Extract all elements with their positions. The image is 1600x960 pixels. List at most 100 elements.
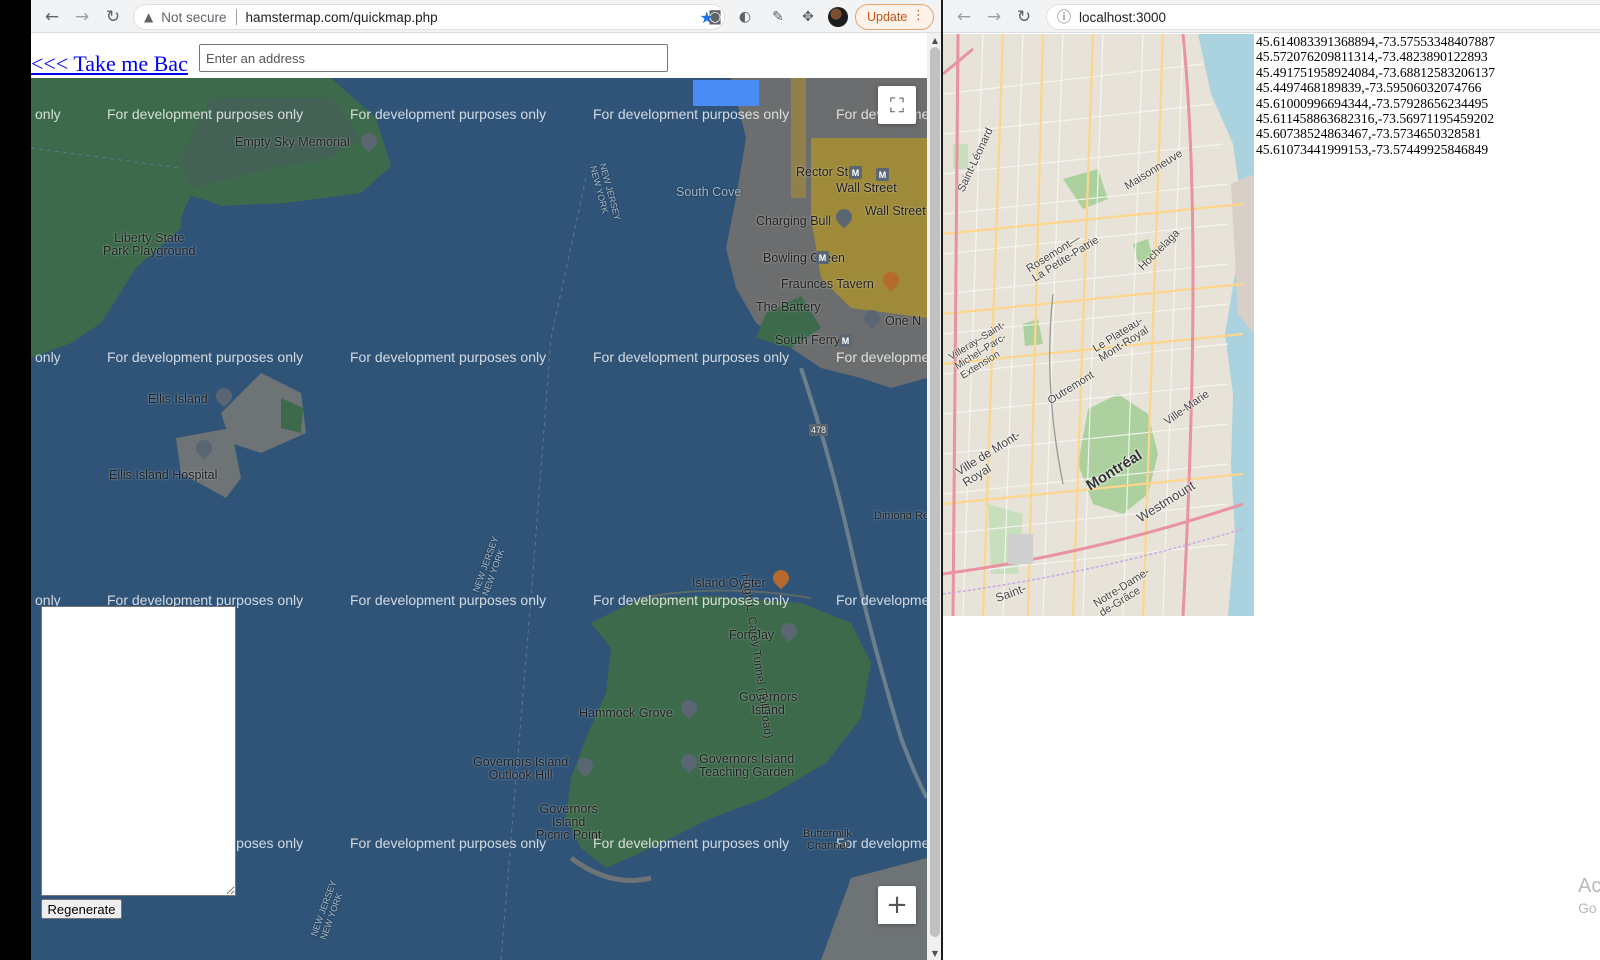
dev-watermark: only — [35, 349, 61, 365]
bar-pin-icon[interactable] — [773, 570, 789, 590]
plus-icon: + — [886, 890, 908, 920]
poi-pin-icon[interactable] — [864, 310, 880, 330]
map-label-the-battery[interactable]: The Battery — [756, 300, 821, 314]
map-overlay-rectangle[interactable] — [693, 80, 759, 106]
map-label-liberty-state-park[interactable]: Liberty State Park Playground — [103, 232, 195, 258]
dev-watermark: For development purposes only — [350, 835, 547, 851]
warning-icon[interactable]: ▲ — [144, 10, 153, 24]
map-label-one-new[interactable]: One N — [885, 314, 921, 328]
subway-icon[interactable]: M — [849, 166, 862, 179]
coordinate-line: 45.572076209811314,-73.4823890122893 — [1256, 49, 1488, 65]
dev-watermark: For development purposes only — [593, 106, 790, 122]
subway-icon[interactable]: M — [876, 168, 889, 181]
map-label-governors-island-outlook[interactable]: Governors Island Outlook Hill — [473, 756, 568, 782]
poi-pin-icon[interactable] — [681, 700, 697, 720]
map-label-dimond-reef[interactable]: Dimond Ref — [874, 510, 927, 522]
right-browser-window: ← → ↻ ⓘ localhost:3000 Montréal Westmoun… — [943, 0, 1600, 960]
map-label-bowling-green[interactable]: Bowling Green — [763, 251, 845, 265]
extensions-puzzle-icon[interactable]: ✥ — [798, 7, 818, 27]
dev-watermark: For development purposes only — [593, 835, 790, 851]
fullscreen-button[interactable]: ⛶ — [878, 86, 916, 124]
dev-watermark: only — [35, 106, 61, 122]
activate-windows-watermark: Ac Go — [1578, 875, 1600, 919]
address-bar[interactable]: ⓘ localhost:3000 — [1046, 4, 1600, 30]
dark-mode-icon[interactable]: ◐ — [735, 7, 755, 27]
reload-icon[interactable]: ↻ — [1012, 5, 1036, 29]
dev-watermark: For development purposes only — [593, 592, 790, 608]
page-content: <<< Take me Bac Enter an address only Fo… — [31, 33, 927, 960]
url-text[interactable]: hamstermap.com/quickmap.php — [246, 10, 438, 25]
subway-icon[interactable]: M — [839, 334, 852, 347]
poi-pin-icon[interactable] — [361, 133, 377, 153]
left-browser-window: ← → ↻ ▲ Not secure hamstermap.com/quickm… — [31, 0, 960, 960]
back-arrow-icon[interactable]: ← — [952, 5, 976, 29]
map-label-empty-sky[interactable]: Empty Sky Memorial — [235, 135, 350, 149]
forward-arrow-icon[interactable]: → — [70, 5, 94, 29]
coordinate-line: 45.61000996694344,-73.57928656234495 — [1256, 95, 1489, 111]
activate-watermark-title: Ac — [1578, 875, 1600, 897]
restaurant-pin-icon[interactable] — [883, 272, 899, 292]
coordinate-line: 45.491751958924084,-73.68812583206137 — [1256, 64, 1496, 80]
map-label-ellis-island-hospital[interactable]: Ellis Island Hospital — [109, 468, 217, 482]
route-shield: 478 — [809, 424, 829, 436]
regenerate-button[interactable]: Regenerate — [41, 899, 122, 919]
take-me-back-link[interactable]: <<< Take me Bac — [31, 51, 188, 77]
google-map[interactable]: only For development purposes only For d… — [31, 78, 927, 960]
coordinate-line: 45.4497468189839,-73.59506032074766 — [1256, 80, 1482, 96]
update-button[interactable]: Update ⋮ — [855, 4, 934, 30]
map-label-wall-street[interactable]: Wall Street — [836, 181, 897, 195]
map-label-rector-st[interactable]: Rector St — [796, 165, 848, 179]
poi-pin-icon[interactable] — [781, 623, 797, 643]
dev-watermark: For development purposes only — [350, 592, 547, 608]
map-label-ellis-island[interactable]: Ellis Island — [148, 392, 208, 406]
profile-avatar[interactable] — [828, 7, 848, 27]
map-label-governors-island-picnic[interactable]: Governors Island Picnic Point — [536, 803, 601, 842]
map-label-hammock-grove[interactable]: Hammock Grove — [579, 706, 673, 720]
map-label-governors-island-teaching[interactable]: Governors Island Teaching Garden — [699, 753, 794, 779]
map-label-island-oyster[interactable]: Island Oyster — [692, 576, 766, 590]
zoom-in-button[interactable]: + — [878, 886, 916, 924]
poi-pin-icon[interactable] — [216, 388, 232, 408]
dev-watermark: For development purposes only — [836, 349, 927, 365]
montreal-map[interactable]: Montréal Westmount Ville de Mont- Royal … — [943, 34, 1254, 616]
url-text[interactable]: localhost:3000 — [1079, 10, 1166, 25]
dev-watermark: For development purposes only — [836, 592, 927, 608]
left-browser-toolbar: ← → ↻ ▲ Not secure hamstermap.com/quickm… — [31, 0, 960, 33]
map-label-buttermilk-channel[interactable]: Buttermilk Channel — [803, 828, 852, 852]
menu-kebab-icon: ⋮ — [912, 8, 925, 23]
fullscreen-icon: ⛶ — [890, 93, 904, 117]
poi-pin-icon[interactable] — [577, 758, 593, 778]
reload-icon[interactable]: ↻ — [101, 5, 125, 29]
activate-watermark-subtitle: Go — [1578, 900, 1597, 916]
address-input[interactable] — [199, 44, 668, 72]
dev-watermark: For development purposes only — [350, 349, 547, 365]
poi-pin-icon[interactable] — [681, 754, 697, 774]
subway-icon[interactable]: M — [816, 251, 829, 264]
coordinate-line: 45.61073441999153,-73.57449925846849 — [1256, 141, 1489, 157]
not-secure-label[interactable]: Not secure — [161, 10, 226, 25]
right-browser-toolbar: ← → ↻ ⓘ localhost:3000 — [943, 0, 1600, 33]
omnibox-separator — [235, 9, 237, 25]
map-label-fraunces-tavern[interactable]: Fraunces Tavern — [781, 277, 874, 291]
poi-pin-icon[interactable] — [836, 209, 852, 229]
dev-watermark: For development purposes only — [107, 106, 304, 122]
map-label-south-cove[interactable]: South Cove — [676, 185, 741, 199]
coordinate-line: 45.611458863682316,-73.56971195459202 — [1256, 111, 1495, 127]
poi-pin-icon[interactable] — [196, 440, 212, 460]
coordinates-textarea[interactable] — [41, 606, 236, 896]
coordinate-line: 45.614083391368894,-73.57553348407887 — [1256, 34, 1496, 49]
dev-watermark: For development purposes only — [107, 349, 304, 365]
map-label-south-ferry[interactable]: South Ferry — [775, 333, 840, 347]
montreal-map-terrain — [943, 34, 1254, 616]
address-bar[interactable]: ▲ Not secure hamstermap.com/quickmap.php… — [133, 4, 725, 30]
back-arrow-icon[interactable]: ← — [40, 5, 64, 29]
camera-icon[interactable]: ◙ — [705, 7, 725, 27]
map-label-charging-bull[interactable]: Charging Bull — [756, 214, 831, 228]
scrollbar-thumb[interactable] — [930, 47, 940, 937]
forward-arrow-icon[interactable]: → — [982, 5, 1006, 29]
coordinate-line: 45.60738524863467,-73.5734650328581 — [1256, 126, 1482, 142]
coordinates-list: 45.614083391368894,-73.57553348407887 45… — [1256, 34, 1495, 157]
map-label-wall-street-2[interactable]: Wall Street — [865, 204, 926, 218]
info-icon[interactable]: ⓘ — [1057, 7, 1071, 27]
eyedropper-icon[interactable]: ✎ — [768, 7, 788, 27]
